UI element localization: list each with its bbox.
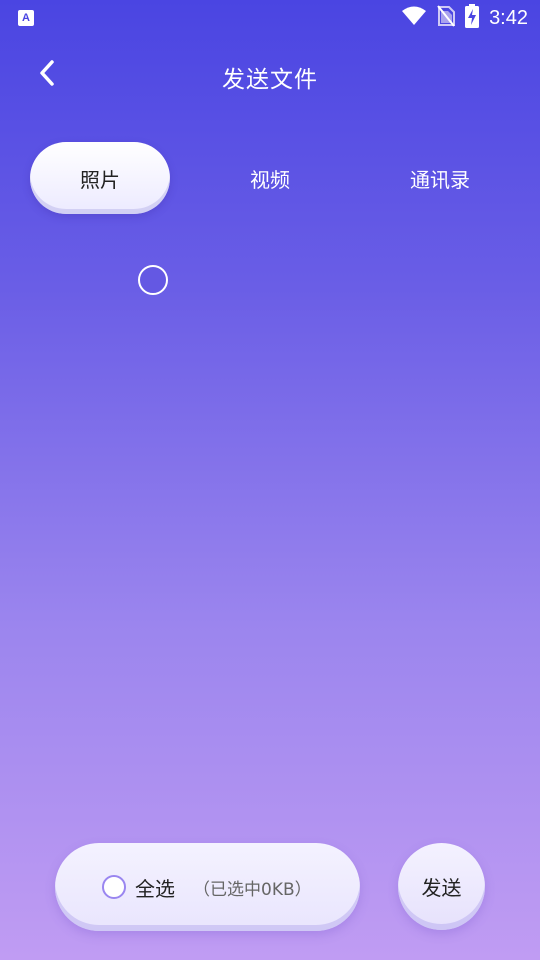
tab-contacts[interactable]: 通讯录 [370, 142, 510, 214]
header: 发送文件 [0, 48, 540, 100]
tab-videos[interactable]: 视频 [200, 142, 340, 214]
status-bar-left: A [18, 10, 34, 26]
status-bar: A 3:42 [0, 0, 540, 36]
select-all-bar[interactable]: 全选 （已选中0KB） [55, 843, 360, 931]
selected-size-text: （已选中0KB） [193, 879, 312, 900]
send-button[interactable]: 发送 [398, 843, 485, 930]
tab-photos[interactable]: 照片 [30, 142, 170, 214]
status-bar-right: 3:42 [401, 4, 528, 32]
battery-charging-icon [465, 4, 480, 32]
tab-bar: 照片 视频 通讯录 [30, 142, 510, 214]
loading-indicator [138, 265, 168, 295]
select-all-label: 全选 [135, 876, 175, 901]
no-sim-icon [437, 5, 456, 31]
select-all-radio[interactable] [102, 875, 126, 899]
wifi-icon [401, 6, 427, 30]
page-title: 发送文件 [222, 67, 318, 93]
app-notification-icon: A [18, 10, 34, 26]
status-time: 3:42 [489, 6, 528, 29]
